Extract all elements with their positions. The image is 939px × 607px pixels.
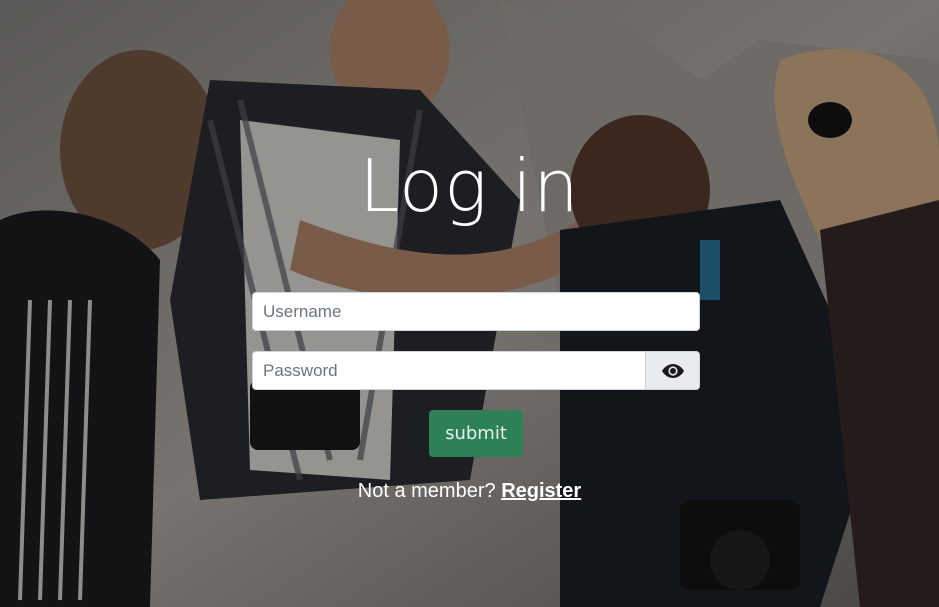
password-input[interactable] bbox=[252, 351, 646, 390]
show-password-button[interactable] bbox=[646, 351, 700, 390]
register-link[interactable]: Register bbox=[501, 480, 581, 502]
register-prompt: Not a member? Register bbox=[0, 480, 939, 503]
password-group bbox=[252, 351, 700, 390]
register-prompt-text: Not a member? bbox=[357, 480, 496, 502]
username-input[interactable] bbox=[252, 292, 700, 331]
eye-icon bbox=[661, 363, 684, 378]
page-title: Log in bbox=[359, 144, 580, 228]
submit-button[interactable]: submit bbox=[429, 410, 523, 457]
